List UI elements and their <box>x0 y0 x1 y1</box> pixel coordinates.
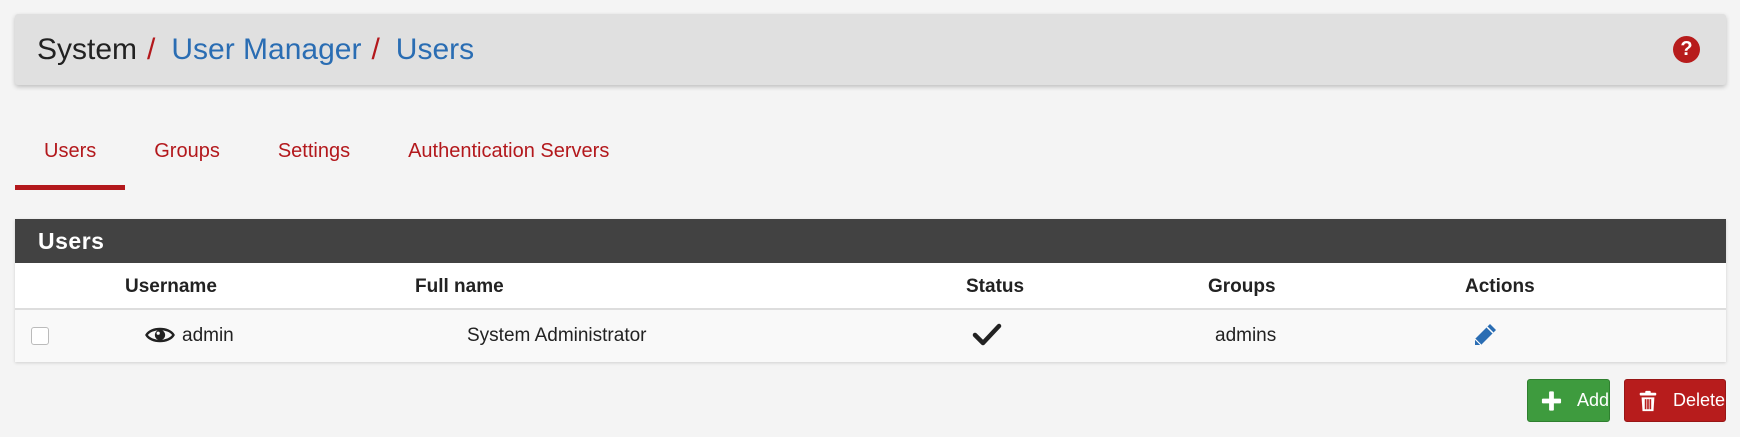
breadcrumb: System / User Manager / Users <box>37 33 474 67</box>
column-header-status: Status <box>966 276 1025 297</box>
tab-settings[interactable]: Settings <box>249 118 379 190</box>
full-name-cell: System Administrator <box>467 325 647 346</box>
add-button[interactable]: Add <box>1527 379 1610 422</box>
breadcrumb-user-manager-link[interactable]: User Manager <box>171 33 361 67</box>
help-icon[interactable]: ? <box>1673 36 1700 63</box>
table-row: admin System Administrator admins <box>15 310 1726 362</box>
panel-title: Users <box>15 219 1726 263</box>
page-header: System / User Manager / Users ? <box>15 14 1726 85</box>
column-header-full-name: Full name <box>415 276 504 297</box>
eye-icon <box>145 327 175 343</box>
column-header-username: Username <box>125 276 217 297</box>
trash-icon <box>1639 390 1657 411</box>
row-select-checkbox[interactable] <box>31 327 49 345</box>
breadcrumb-separator: / <box>147 32 156 66</box>
tab-bar: Users Groups Settings Authentication Ser… <box>15 118 638 190</box>
username-cell: admin <box>182 325 234 346</box>
groups-cell: admins <box>1215 325 1277 346</box>
table-header: Username Full name Status Groups Actions <box>15 263 1726 310</box>
check-icon <box>972 323 1002 346</box>
delete-button-label: Delete <box>1672 390 1725 410</box>
plus-icon <box>1541 390 1562 411</box>
tab-users[interactable]: Users <box>15 118 126 190</box>
tab-authentication-servers[interactable]: Authentication Servers <box>379 118 638 190</box>
breadcrumb-system: System <box>37 32 138 66</box>
users-panel: Users Username Full name Status Groups A… <box>15 219 1726 362</box>
breadcrumb-separator: / <box>371 32 380 66</box>
breadcrumb-users-link[interactable]: Users <box>396 33 474 67</box>
pencil-icon[interactable] <box>1470 320 1500 350</box>
column-header-groups: Groups <box>1208 276 1276 297</box>
add-button-label: Add <box>1576 390 1609 410</box>
column-header-actions: Actions <box>1465 276 1535 297</box>
delete-button[interactable]: Delete <box>1624 379 1726 422</box>
tab-groups[interactable]: Groups <box>125 118 249 190</box>
